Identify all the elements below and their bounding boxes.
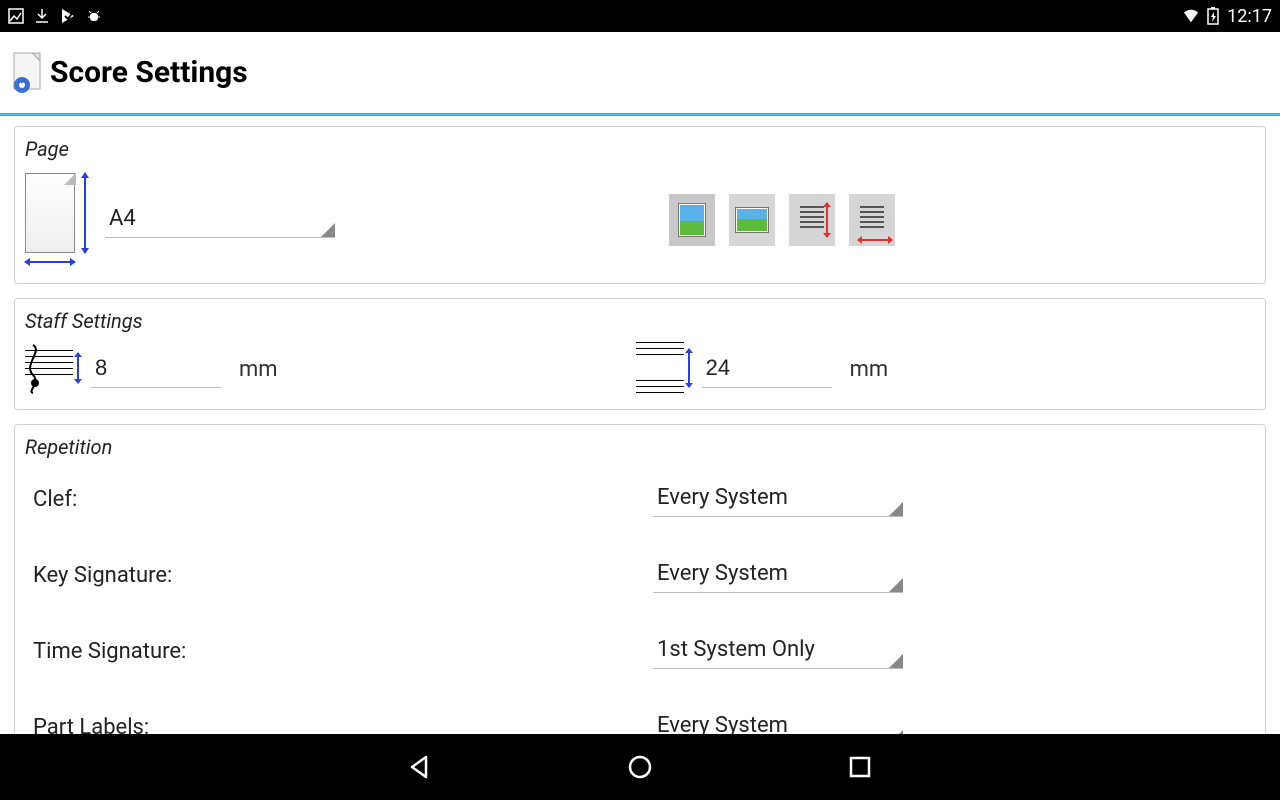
nav-home-button[interactable]: [620, 747, 660, 787]
repetition-section-title: Repetition: [25, 435, 1255, 459]
part-labels-row: Part Labels: Every System: [33, 709, 1255, 734]
background-landscape-button[interactable]: [729, 194, 775, 246]
wifi-icon: [1183, 8, 1199, 24]
horizontal-spacing-button[interactable]: [849, 194, 895, 246]
download-icon: [34, 8, 50, 24]
page-section-title: Page: [25, 137, 1255, 161]
status-time: 12:17: [1227, 6, 1272, 27]
lines-horizontal-icon: [858, 203, 886, 237]
page-section: Page A4: [14, 126, 1266, 284]
key-signature-row: Key Signature: Every System: [33, 557, 1255, 593]
nav-back-button[interactable]: [400, 747, 440, 787]
staff-spacing-icon: [636, 345, 684, 393]
time-signature-label: Time Signature:: [33, 639, 653, 664]
key-signature-label: Key Signature:: [33, 563, 653, 588]
score-settings-icon: [12, 51, 46, 95]
part-labels-label: Part Labels:: [33, 715, 653, 735]
lines-vertical-icon: [798, 203, 826, 237]
clef-spinner[interactable]: Every System: [653, 481, 903, 517]
content-area: Page A4: [0, 116, 1280, 734]
app-bar: Score Settings: [0, 32, 1280, 116]
play-check-icon: [60, 8, 76, 24]
page-size-spinner[interactable]: A4: [105, 202, 335, 238]
clef-label: Clef:: [33, 487, 653, 512]
clef-row: Clef: Every System: [33, 481, 1255, 517]
nav-bar: [0, 734, 1280, 800]
nav-recent-button[interactable]: [840, 747, 880, 787]
android-debug-icon: [86, 8, 102, 24]
vertical-spacing-button[interactable]: [789, 194, 835, 246]
background-portrait-button[interactable]: [669, 194, 715, 246]
time-signature-row: Time Signature: 1st System Only: [33, 633, 1255, 669]
key-signature-spinner[interactable]: Every System: [653, 557, 903, 593]
battery-charging-icon: [1205, 8, 1221, 24]
part-labels-spinner[interactable]: Every System: [653, 709, 903, 734]
time-signature-spinner[interactable]: 1st System Only: [653, 633, 903, 669]
status-bar: 12:17: [0, 0, 1280, 32]
repetition-section: Repetition Clef: Every System Key Signat…: [14, 424, 1266, 734]
staff-spacing-input[interactable]: [702, 351, 832, 388]
staff-spacing-unit: mm: [850, 357, 889, 382]
picture-portrait-icon: [678, 203, 706, 237]
staff-section: Staff Settings mm mm: [14, 298, 1266, 410]
staff-height-icon: [25, 345, 73, 393]
page-size-icon: [25, 173, 91, 267]
page-title: Score Settings: [50, 55, 248, 90]
picture-landscape-icon: [735, 207, 769, 233]
staff-section-title: Staff Settings: [25, 309, 1255, 333]
image-status-icon: [8, 8, 24, 24]
staff-height-input[interactable]: [91, 351, 221, 388]
staff-height-unit: mm: [239, 357, 278, 382]
